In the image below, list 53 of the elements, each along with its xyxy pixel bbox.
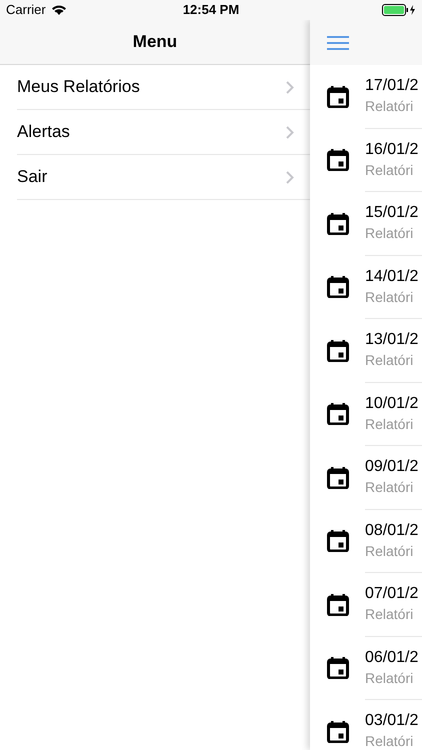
report-date: 09/01/2 [365, 457, 420, 478]
report-date: 08/01/2 [365, 520, 420, 541]
report-subtitle: Relatóri [365, 97, 414, 116]
report-date: 15/01/2 [365, 203, 420, 224]
report-subtitle: Relatóri [365, 668, 414, 688]
report-date: 13/01/2 [365, 330, 420, 350]
calendar-icon [327, 86, 349, 108]
report-date: 14/01/2 [365, 266, 420, 287]
menu-title: Menu [132, 31, 178, 54]
chevron-right-icon [286, 170, 294, 184]
battery-icon [382, 4, 416, 16]
report-row[interactable]: 13/01/2 Relatóri [310, 319, 422, 382]
calendar-icon [327, 276, 349, 298]
calendar-icon [327, 720, 349, 743]
report-row[interactable]: 03/01/2 Relatóri [310, 700, 422, 750]
calendar-icon [327, 149, 349, 172]
report-subtitle: Relatóri [365, 542, 414, 561]
report-subtitle: Relatóri [365, 160, 414, 180]
report-row[interactable]: 17/01/2 Relatóri [310, 65, 422, 128]
calendar-icon [327, 657, 349, 680]
calendar-icon [327, 340, 349, 362]
calendar-icon [327, 530, 349, 552]
calendar-icon [327, 403, 349, 426]
report-subtitle: Relatóri [365, 605, 414, 624]
report-row[interactable]: 15/01/2 Relatóri [310, 192, 422, 256]
menu-icon[interactable] [327, 36, 349, 50]
report-row[interactable]: 08/01/2 Relatóri [310, 510, 422, 573]
report-row[interactable]: 07/01/2 Relatóri [310, 573, 422, 636]
report-row[interactable]: 14/01/2 Relatóri [310, 256, 422, 319]
report-date: 03/01/2 [365, 711, 420, 732]
report-date: 10/01/2 [365, 394, 420, 414]
report-date: 06/01/2 [365, 648, 420, 668]
time-label: 12:54 PM [182, 1, 240, 20]
report-subtitle: Relatóri [365, 288, 414, 307]
chevron-right-icon [286, 126, 294, 138]
report-date: 17/01/2 [365, 76, 420, 96]
report-subtitle: Relatóri [365, 414, 414, 434]
calendar-icon [327, 594, 349, 616]
carrier-label: Carrier [6, 1, 46, 20]
report-row[interactable]: 06/01/2 Relatóri [310, 636, 422, 700]
report-subtitle: Relatóri [365, 351, 414, 370]
calendar-icon [327, 212, 349, 235]
report-row[interactable]: 09/01/2 Relatóri [310, 446, 422, 510]
report-subtitle: Relatóri [365, 478, 414, 498]
report-date: 16/01/2 [365, 140, 420, 160]
report-row[interactable]: 16/01/2 Relatóri [310, 128, 422, 192]
chevron-right-icon [286, 80, 294, 94]
report-subtitle: Relatóri [365, 224, 414, 244]
wifi-icon [50, 4, 67, 16]
report-date: 07/01/2 [365, 584, 420, 604]
calendar-icon [327, 466, 349, 489]
report-row[interactable]: 10/01/2 Relatóri [310, 382, 422, 446]
report-subtitle: Relatóri [365, 732, 414, 750]
